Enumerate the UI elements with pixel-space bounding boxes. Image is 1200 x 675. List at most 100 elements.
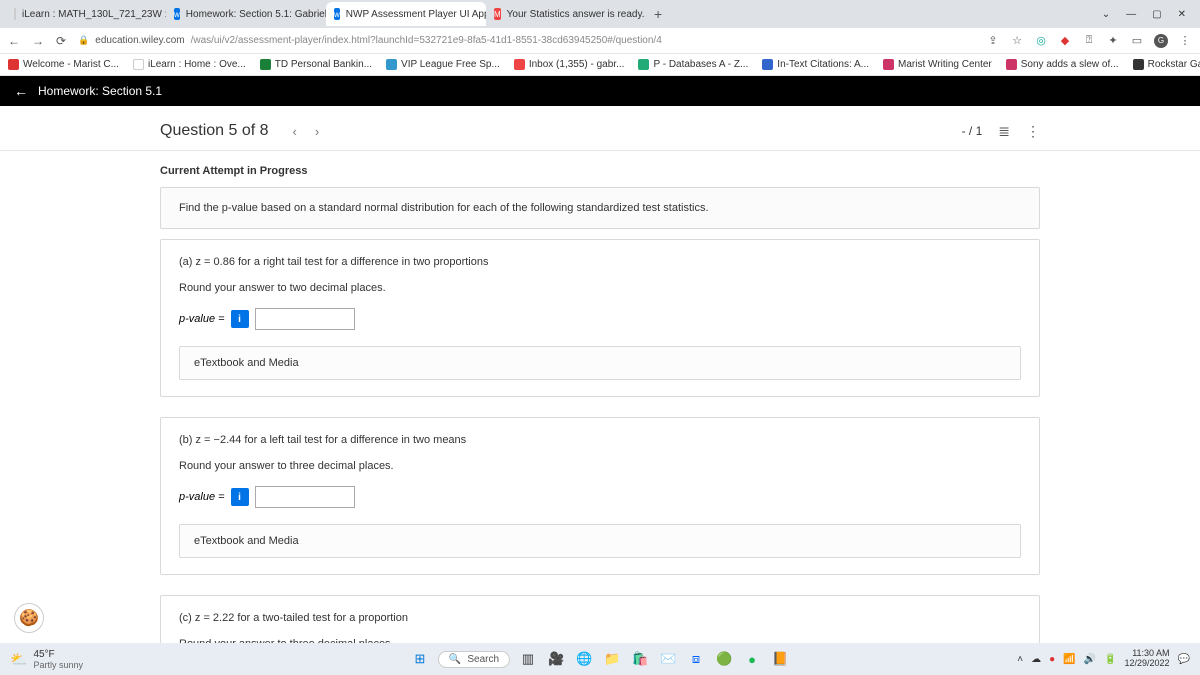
star-icon[interactable]: ☆	[1010, 34, 1024, 48]
back-arrow-icon[interactable]: ←	[14, 83, 28, 99]
chrome-icon[interactable]: 🟢	[714, 649, 734, 669]
wifi-icon[interactable]: 📶	[1063, 654, 1075, 665]
answer-input[interactable]	[255, 308, 355, 330]
spotify-icon[interactable]: ●	[742, 649, 762, 669]
explorer-icon[interactable]: 📁	[602, 649, 622, 669]
profile-avatar[interactable]: G	[1154, 34, 1168, 48]
prev-question-button[interactable]: ‹	[293, 124, 297, 139]
bookmark-label: P - Databases A - Z...	[653, 59, 748, 70]
chevron-down-icon[interactable]: ⌄	[1102, 9, 1110, 20]
window-icon[interactable]: ▭	[1130, 34, 1144, 48]
bookmark-item[interactable]: Marist Writing Center	[883, 59, 992, 70]
favicon-icon: M	[494, 8, 501, 20]
bookmark-item[interactable]: P - Databases A - Z...	[638, 59, 748, 70]
maximize-button[interactable]: ▢	[1152, 9, 1161, 20]
browser-tab[interactable]: w Homework: Section 5.1: Gabriel T ×	[166, 2, 326, 26]
ext-icon[interactable]: ◎	[1034, 34, 1048, 48]
mail-icon[interactable]: ✉️	[658, 649, 678, 669]
browser-tab[interactable]: M Your Statistics answer is ready. - ×	[486, 2, 646, 26]
reload-button[interactable]: ⟳	[56, 34, 66, 48]
taskbar-center: ⊞ 🔍 Search ▥ 🎥 🌐 📁 🛍️ ✉️ ⧈ 🟢 ● 📙	[410, 649, 790, 669]
bookmark-item[interactable]: Inbox (1,355) - gabr...	[514, 59, 625, 70]
new-tab-button[interactable]: +	[646, 6, 670, 22]
bookmark-item[interactable]: iLearn : Home : Ove...	[133, 59, 246, 70]
store-icon[interactable]: 🛍️	[630, 649, 650, 669]
bookmark-label: Rockstar Games an...	[1148, 59, 1200, 70]
address-actions: ⇪ ☆ ◎ ◆ ⍰ ✦ ▭ G ⋮	[986, 34, 1192, 48]
volume-icon[interactable]: 🔊	[1084, 654, 1096, 665]
ext-icon[interactable]: ⍰	[1082, 34, 1096, 48]
start-button[interactable]: ⊞	[410, 649, 430, 669]
cookie-settings-button[interactable]: 🍪	[14, 603, 44, 633]
bookmark-item[interactable]: TD Personal Bankin...	[260, 59, 372, 70]
app-icon[interactable]: 📙	[770, 649, 790, 669]
puzzle-icon[interactable]: ✦	[1106, 34, 1120, 48]
bookmark-label: Marist Writing Center	[898, 59, 992, 70]
clock[interactable]: 11:30 AM 12/29/2022	[1125, 649, 1170, 669]
taskbar-search[interactable]: 🔍 Search	[438, 651, 510, 668]
minimize-button[interactable]: —	[1126, 9, 1136, 20]
etextbook-media-button[interactable]: eTextbook and Media	[179, 346, 1021, 380]
bookmark-icon	[762, 59, 773, 70]
bookmark-icon	[1133, 59, 1144, 70]
part-hint: Round your answer to two decimal places.	[179, 282, 1021, 294]
close-window-button[interactable]: ✕	[1178, 9, 1186, 20]
url-display[interactable]: 🔒 education.wiley.com/was/ui/v2/assessme…	[78, 35, 662, 46]
bookmark-icon	[133, 59, 144, 70]
bookmark-icon	[386, 59, 397, 70]
share-icon[interactable]: ⇪	[986, 34, 1000, 48]
edge-icon[interactable]: 🌐	[574, 649, 594, 669]
app-icon[interactable]: 🎥	[546, 649, 566, 669]
task-view-icon[interactable]: ▥	[518, 649, 538, 669]
browser-tab-active[interactable]: w NWP Assessment Player UI Appl ×	[326, 2, 486, 26]
answer-input[interactable]	[255, 486, 355, 508]
tab-title: NWP Assessment Player UI Appl	[346, 9, 486, 20]
back-button[interactable]: ←	[8, 34, 20, 48]
weather-icon: ⛅	[10, 651, 27, 668]
forward-button[interactable]: →	[32, 34, 44, 48]
part-text: (a) z = 0.86 for a right tail test for a…	[179, 256, 1021, 268]
dropbox-icon[interactable]: ⧈	[686, 649, 706, 669]
bookmark-label: iLearn : Home : Ove...	[148, 59, 246, 70]
bookmark-item[interactable]: VIP League Free Sp...	[386, 59, 500, 70]
weather-widget[interactable]: ⛅ 45°F Partly sunny	[10, 649, 83, 670]
list-icon[interactable]: ≣	[998, 123, 1010, 140]
answer-label: p-value =	[179, 491, 225, 503]
bookmark-item[interactable]: In-Text Citations: A...	[762, 59, 869, 70]
assignment-title: Homework: Section 5.1	[38, 84, 162, 98]
favicon-icon	[14, 8, 16, 20]
bookmark-icon	[883, 59, 894, 70]
info-icon[interactable]: i	[231, 310, 249, 328]
weather-cond: Partly sunny	[33, 660, 83, 670]
bookmark-icon	[260, 59, 271, 70]
part-hint: Round your answer to three decimal place…	[179, 460, 1021, 472]
onedrive-icon[interactable]: ☁	[1031, 654, 1041, 665]
info-icon[interactable]: i	[231, 488, 249, 506]
question-toolbar: Question 5 of 8 ‹ › - / 1 ≣ ⋮	[160, 118, 1040, 150]
chevron-up-icon[interactable]: ˄	[1017, 654, 1023, 665]
next-question-button[interactable]: ›	[315, 124, 319, 139]
bookmark-item[interactable]: Welcome - Marist C...	[8, 59, 119, 70]
tab-title: iLearn : MATH_130L_721_23W : S	[22, 9, 166, 20]
bookmark-item[interactable]: Rockstar Games an...	[1133, 59, 1200, 70]
divider	[0, 150, 1200, 151]
attempt-status: Current Attempt in Progress	[160, 159, 1040, 187]
bookmark-label: Welcome - Marist C...	[23, 59, 119, 70]
search-icon: 🔍	[449, 654, 461, 665]
bookmark-label: Inbox (1,355) - gabr...	[529, 59, 625, 70]
system-tray: ˄ ☁ ● 📶 🔊 🔋 11:30 AM 12/29/2022 💬	[1017, 649, 1190, 669]
notifications-icon[interactable]: 💬	[1178, 654, 1190, 665]
battery-icon[interactable]: 🔋	[1104, 654, 1116, 665]
browser-tab[interactable]: iLearn : MATH_130L_721_23W : S ×	[6, 2, 166, 26]
ext-icon[interactable]: ◆	[1058, 34, 1072, 48]
part-text: (c) z = 2.22 for a two-tailed test for a…	[179, 612, 1021, 624]
etextbook-media-button[interactable]: eTextbook and Media	[179, 524, 1021, 558]
bookmark-icon	[1006, 59, 1017, 70]
clock-date: 12/29/2022	[1125, 659, 1170, 669]
bookmark-item[interactable]: Sony adds a slew of...	[1006, 59, 1119, 70]
kebab-icon[interactable]: ⋮	[1178, 34, 1192, 48]
more-icon[interactable]: ⋮	[1026, 123, 1040, 140]
tray-icon[interactable]: ●	[1049, 654, 1055, 665]
content-scroll[interactable]: Question 5 of 8 ‹ › - / 1 ≣ ⋮ Current At…	[0, 106, 1200, 643]
bookmark-label: In-Text Citations: A...	[777, 59, 869, 70]
